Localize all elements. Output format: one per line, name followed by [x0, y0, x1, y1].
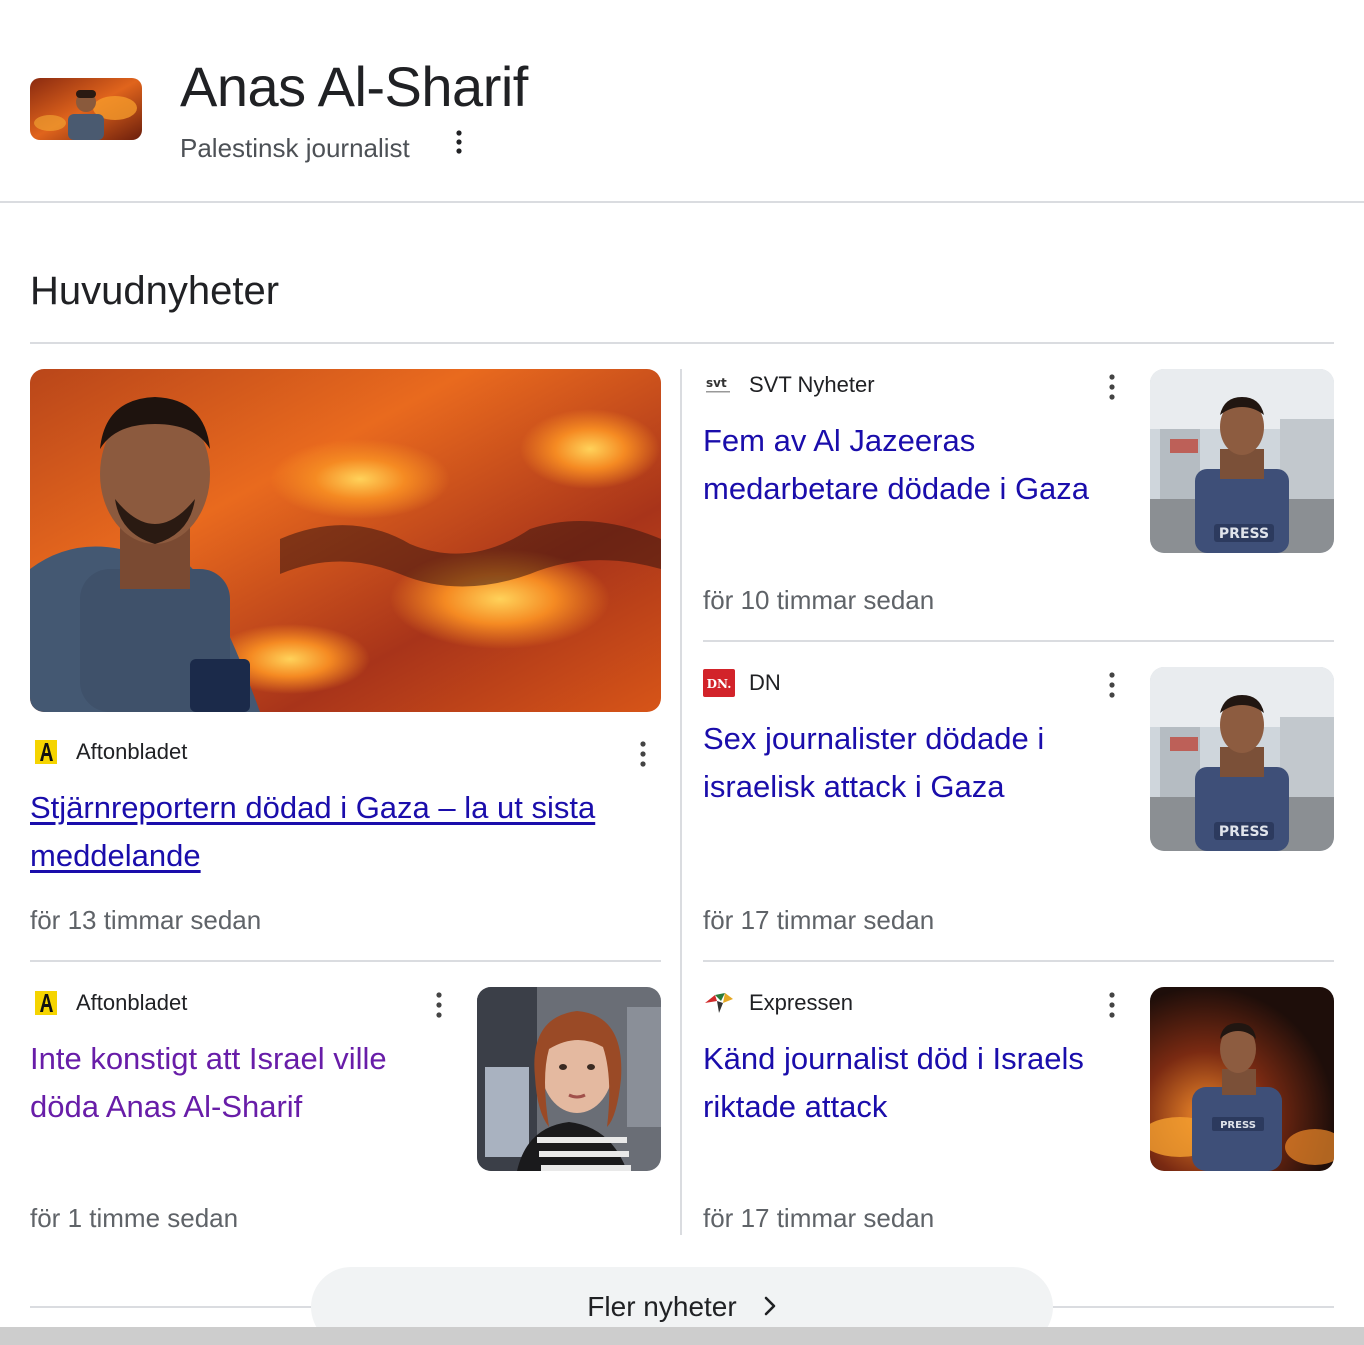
card-divider [703, 960, 1334, 962]
horizontal-scrollbar[interactable] [0, 1327, 1364, 1345]
entity-subtitle: Palestinsk journalist [180, 133, 410, 163]
more-vert-icon[interactable] [426, 987, 452, 1023]
svg-text:PRESS: PRESS [1219, 824, 1269, 840]
section-title: Huvudnyheter [30, 269, 280, 313]
entity-more-icon[interactable] [446, 130, 472, 162]
news-timestamp: för 13 timmar sedan [30, 905, 262, 935]
entity-header: Anas Al-Sharif Palestinsk journalist [0, 0, 1364, 203]
news-source-name: DN [749, 670, 781, 695]
svg-text:PRESS: PRESS [1220, 1120, 1256, 1131]
news-card[interactable]: Aftonbladet Inte konstigt att Israel vil… [30, 987, 661, 1237]
expressen-logo-icon [703, 987, 735, 1019]
svg-text:DN.: DN. [707, 677, 732, 691]
news-headline-link[interactable]: Känd journalist död i Israels riktade at… [703, 1035, 1123, 1131]
card-divider [30, 960, 661, 962]
more-vert-icon[interactable] [630, 736, 656, 772]
bottom-divider-right [1053, 1306, 1334, 1308]
news-source[interactable]: DN. DN [703, 667, 781, 699]
news-source[interactable]: svt SVT Nyheter [703, 369, 875, 401]
dn-logo-icon: DN. [703, 667, 735, 699]
aftonbladet-logo-icon [30, 987, 62, 1019]
svg-text:PRESS: PRESS [1219, 526, 1269, 542]
news-timestamp: för 17 timmar sedan [703, 905, 935, 935]
svt-logo-icon: svt [703, 369, 735, 401]
news-card-image[interactable]: PRESS [1150, 987, 1334, 1171]
more-vert-icon[interactable] [1099, 667, 1125, 703]
entity-title: Anas Al-Sharif [180, 55, 528, 118]
entity-thumbnail[interactable] [30, 78, 142, 140]
more-vert-icon[interactable] [1099, 987, 1125, 1023]
svg-text:svt: svt [706, 376, 727, 390]
news-source-name: Aftonbladet [76, 739, 188, 764]
news-timestamp: för 1 timme sedan [30, 1203, 239, 1233]
card-divider [703, 640, 1334, 642]
column-divider [680, 369, 682, 1235]
news-source-name: Aftonbladet [76, 990, 188, 1015]
news-headline-link[interactable]: Inte konstigt att Israel ville döda Anas… [30, 1035, 450, 1131]
news-card[interactable]: Expressen Känd journalist död i Israels … [703, 987, 1334, 1237]
news-headline-link[interactable]: Stjärnreportern dödad i Gaza – la ut sis… [30, 784, 630, 880]
news-card-image[interactable] [30, 369, 661, 712]
news-card[interactable]: DN. DN Sex journalister dödade i israeli… [703, 667, 1334, 937]
more-vert-icon[interactable] [1099, 369, 1125, 405]
news-card[interactable]: svt SVT Nyheter Fem av Al Jazeeras medar… [703, 369, 1334, 619]
section-divider [30, 342, 1334, 344]
aftonbladet-logo-icon [30, 736, 62, 768]
news-card-image[interactable] [477, 987, 661, 1171]
news-card-image[interactable]: PRESS [1150, 667, 1334, 851]
bottom-divider-left [30, 1306, 311, 1308]
news-source[interactable]: Aftonbladet [30, 987, 187, 1019]
news-source[interactable]: Expressen [703, 987, 853, 1019]
news-timestamp: för 17 timmar sedan [703, 1203, 935, 1233]
news-timestamp: för 10 timmar sedan [703, 585, 935, 615]
news-source-name: SVT Nyheter [749, 372, 875, 397]
news-headline-link[interactable]: Sex journalister dödade i israelisk atta… [703, 715, 1123, 811]
news-source[interactable]: Aftonbladet [30, 736, 187, 768]
news-card-image[interactable]: PRESS [1150, 369, 1334, 553]
news-card-featured[interactable]: Aftonbladet Stjärnreportern dödad i Gaza… [30, 369, 661, 939]
news-source-name: Expressen [749, 990, 853, 1015]
news-headline-link[interactable]: Fem av Al Jazeeras medarbetare dödade i … [703, 417, 1123, 513]
